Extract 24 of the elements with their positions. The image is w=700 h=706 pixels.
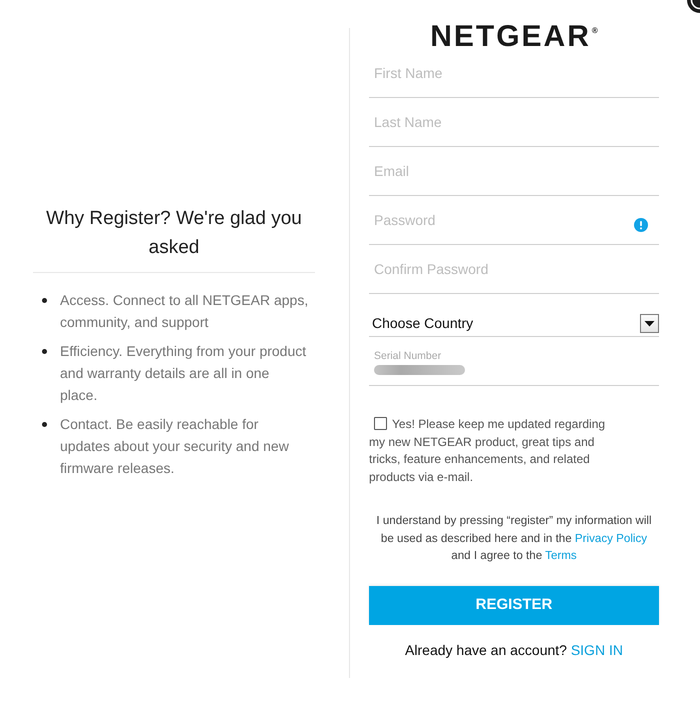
- sign-in-link[interactable]: SIGN IN: [570, 642, 623, 658]
- register-button[interactable]: REGISTER: [369, 586, 659, 624]
- text-field[interactable]: First Name: [369, 49, 659, 98]
- newsletter-checkbox[interactable]: [374, 417, 387, 430]
- text-link[interactable]: Terms: [545, 549, 577, 562]
- text-field[interactable]: Last Name: [369, 98, 659, 147]
- benefit-text: Contact. Be easily reachable for updates about your security and new firmware releases.: [60, 415, 290, 478]
- country-select[interactable]: Choose Country: [369, 294, 659, 337]
- benefit-text: Access. Connect to all NETGEAR apps, community, and support: [60, 291, 310, 332]
- bullet-icon: [42, 422, 47, 426]
- close-button[interactable]: [687, 0, 700, 13]
- section-heading: Why Register? We're glad you asked: [33, 204, 315, 273]
- consent-text: I understand by pressing “register” my information will be used as described here and in the Privacy Policy and I agree to the Terms: [375, 513, 653, 564]
- bullet-icon: [42, 348, 47, 354]
- text-link[interactable]: Privacy Policy: [574, 532, 648, 544]
- benefit-text: Efficiency. Everything from your product and warranty details are all in one place.: [60, 342, 308, 405]
- caret-icon: [640, 314, 659, 333]
- bullet-icon: [42, 298, 47, 302]
- signin-prompt: Already have an account? SIGN IN: [404, 640, 624, 660]
- text-field[interactable]: Email: [369, 147, 659, 196]
- text-field[interactable]: Confirm Password: [369, 245, 659, 294]
- brand-logo: NETGEAR$^{®}$: [429, 25, 599, 49]
- serial-number-field[interactable]: Serial Number: [369, 337, 659, 386]
- newsletter-option[interactable]: Yes! Please keep me updated regarding my new NETGEAR product, great tips and tricks, feature enhancements, and related products via e-mail.: [369, 416, 611, 486]
